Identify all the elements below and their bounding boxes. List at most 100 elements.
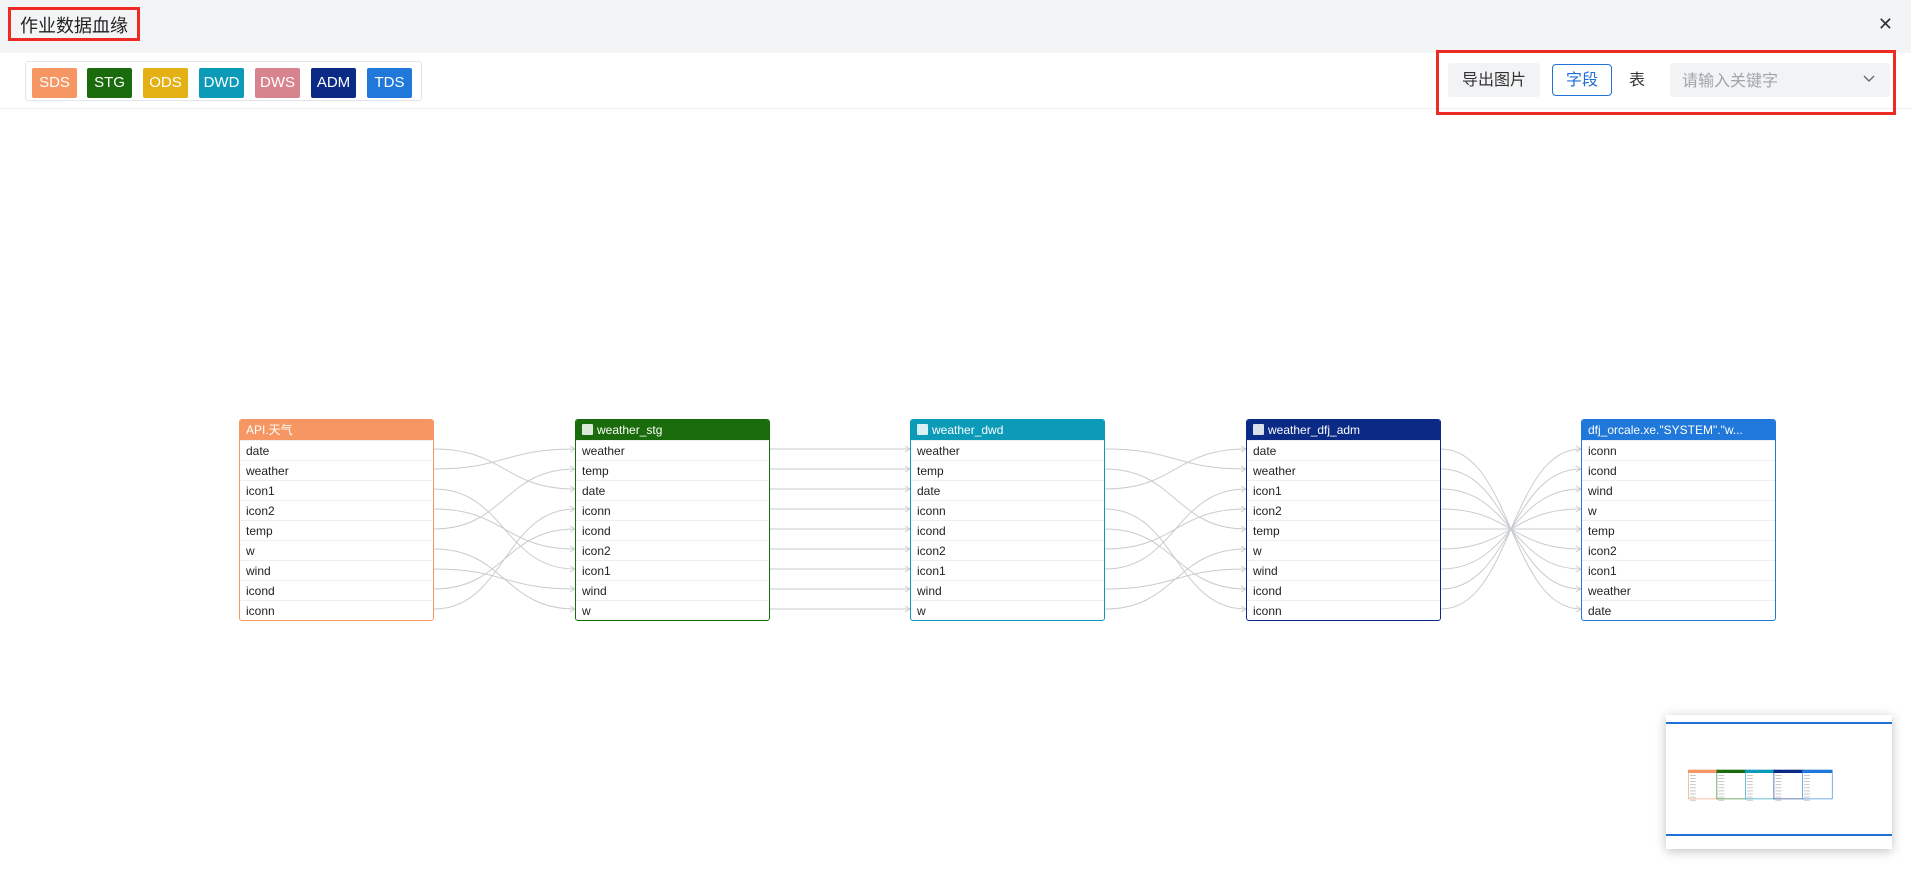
minimap-node-header (1688, 770, 1719, 773)
keyword-select[interactable] (1670, 63, 1890, 97)
field-row[interactable]: wind (911, 580, 1104, 600)
field-row[interactable]: iconn (240, 600, 433, 620)
field-row[interactable]: icon1 (240, 480, 433, 500)
field-row[interactable]: iconn (1247, 600, 1440, 620)
table-node-header[interactable]: weather_dwd (911, 420, 1104, 440)
layer-ods-button[interactable]: ODS (143, 68, 188, 98)
minimap-field (1689, 799, 1696, 801)
field-row[interactable]: icond (1247, 580, 1440, 600)
minimap-field (1803, 787, 1810, 789)
minimap-field (1775, 778, 1782, 779)
minimap-viewport-bottom (1666, 834, 1892, 836)
field-row[interactable]: icon1 (1582, 560, 1775, 580)
field-row[interactable]: temp (240, 520, 433, 540)
field-row[interactable]: icon2 (911, 540, 1104, 560)
layer-dwd-button[interactable]: DWD (199, 68, 244, 98)
minimap-field (1803, 784, 1810, 786)
table-node-name: weather_dwd (932, 423, 1004, 437)
lineage-edge (433, 508, 576, 610)
keyword-input[interactable] (1670, 63, 1862, 97)
chevron-down-icon[interactable] (1862, 71, 1876, 85)
mode-table-button[interactable]: 表 (1612, 64, 1662, 96)
field-row[interactable]: temp (1247, 520, 1440, 540)
field-row[interactable]: iconn (1582, 440, 1775, 460)
table-icon (582, 424, 593, 435)
lineage-edge (1104, 548, 1247, 610)
title-bar: 作业数据血缘 ✕ (0, 0, 1911, 54)
field-row[interactable]: iconn (576, 500, 769, 520)
table-node-dwd[interactable]: weather_dwd weather temp date iconn icond icon… (910, 419, 1105, 621)
minimap-field (1775, 793, 1782, 795)
field-row[interactable]: icon1 (911, 560, 1104, 580)
table-node-stg[interactable]: weather_stg weather temp date iconn icond icon… (575, 419, 770, 621)
lineage-edge (1104, 488, 1247, 570)
field-row[interactable]: date (576, 480, 769, 500)
minimap-field (1746, 778, 1753, 779)
field-row[interactable]: w (1247, 540, 1440, 560)
table-node-header[interactable]: weather_dfj_adm (1247, 420, 1440, 440)
field-row[interactable]: weather (240, 460, 433, 480)
minimap-field (1718, 775, 1725, 776)
field-row[interactable]: temp (911, 460, 1104, 480)
field-row[interactable]: weather (1582, 580, 1775, 600)
layer-stg-button[interactable]: STG (87, 68, 132, 98)
field-row[interactable]: icon2 (576, 540, 769, 560)
minimap-field (1718, 781, 1725, 782)
minimap-field (1746, 775, 1753, 776)
field-row[interactable]: wind (576, 580, 769, 600)
field-row[interactable]: iconn (911, 500, 1104, 520)
table-node-header[interactable]: API.天气 (240, 420, 433, 440)
minimap-field (1746, 799, 1753, 801)
field-row[interactable]: icon2 (240, 500, 433, 520)
layer-adm-button[interactable]: ADM (311, 68, 356, 98)
lineage-edge (433, 508, 576, 550)
minimap[interactable] (1666, 715, 1892, 849)
minimap-field (1775, 784, 1782, 786)
field-row[interactable]: icon2 (1247, 500, 1440, 520)
minimap-preview (1688, 769, 1833, 801)
field-row[interactable]: icond (576, 520, 769, 540)
field-row[interactable]: icond (1582, 460, 1775, 480)
field-row[interactable]: icond (911, 520, 1104, 540)
minimap-node-header (1773, 770, 1804, 773)
field-row[interactable]: temp (576, 460, 769, 480)
lineage-edge (433, 468, 576, 530)
minimap-field (1775, 790, 1782, 792)
field-row[interactable]: date (240, 440, 433, 460)
field-row[interactable]: icon2 (1582, 540, 1775, 560)
field-row[interactable]: wind (1582, 480, 1775, 500)
table-node-api[interactable]: API.天气 date weather icon1 icon2 temp w wind icon… (239, 419, 434, 621)
field-row[interactable]: weather (911, 440, 1104, 460)
mode-field-button[interactable]: 字段 (1552, 64, 1612, 96)
export-image-button[interactable]: 导出图片 (1448, 63, 1540, 97)
field-row[interactable]: icon1 (1247, 480, 1440, 500)
field-row[interactable]: w (1582, 500, 1775, 520)
field-row[interactable]: icond (240, 580, 433, 600)
layer-tds-button[interactable]: TDS (367, 68, 412, 98)
field-row[interactable]: wind (240, 560, 433, 580)
field-row[interactable]: w (911, 600, 1104, 620)
lineage-edge (1104, 448, 1247, 470)
field-row[interactable]: icon1 (576, 560, 769, 580)
table-icon (917, 424, 928, 435)
table-node-adm[interactable]: weather_dfj_adm date weather icon1 icon2 temp… (1246, 419, 1441, 621)
field-row[interactable]: temp (1582, 520, 1775, 540)
lineage-edge (1104, 468, 1247, 530)
lineage-canvas[interactable]: API.天气 date weather icon1 icon2 temp w wind icon… (0, 108, 1911, 872)
field-row[interactable]: wind (1247, 560, 1440, 580)
table-node-header[interactable]: weather_stg (576, 420, 769, 440)
field-row[interactable]: date (911, 480, 1104, 500)
lineage-edge (433, 448, 576, 490)
close-icon[interactable]: ✕ (1878, 14, 1893, 35)
field-row[interactable]: w (576, 600, 769, 620)
field-row[interactable]: date (1247, 440, 1440, 460)
layer-dws-button[interactable]: DWS (255, 68, 300, 98)
field-row[interactable]: weather (1247, 460, 1440, 480)
field-row[interactable]: date (1582, 600, 1775, 620)
table-node-header[interactable]: dfj_orcale.xe."SYSTEM"."w... (1582, 420, 1775, 440)
layer-sds-button[interactable]: SDS (32, 68, 77, 98)
field-row[interactable]: w (240, 540, 433, 560)
field-row[interactable]: weather (576, 440, 769, 460)
table-node-tds[interactable]: dfj_orcale.xe."SYSTEM"."w... iconn icond wi… (1581, 419, 1776, 621)
minimap-node-header (1745, 770, 1776, 773)
